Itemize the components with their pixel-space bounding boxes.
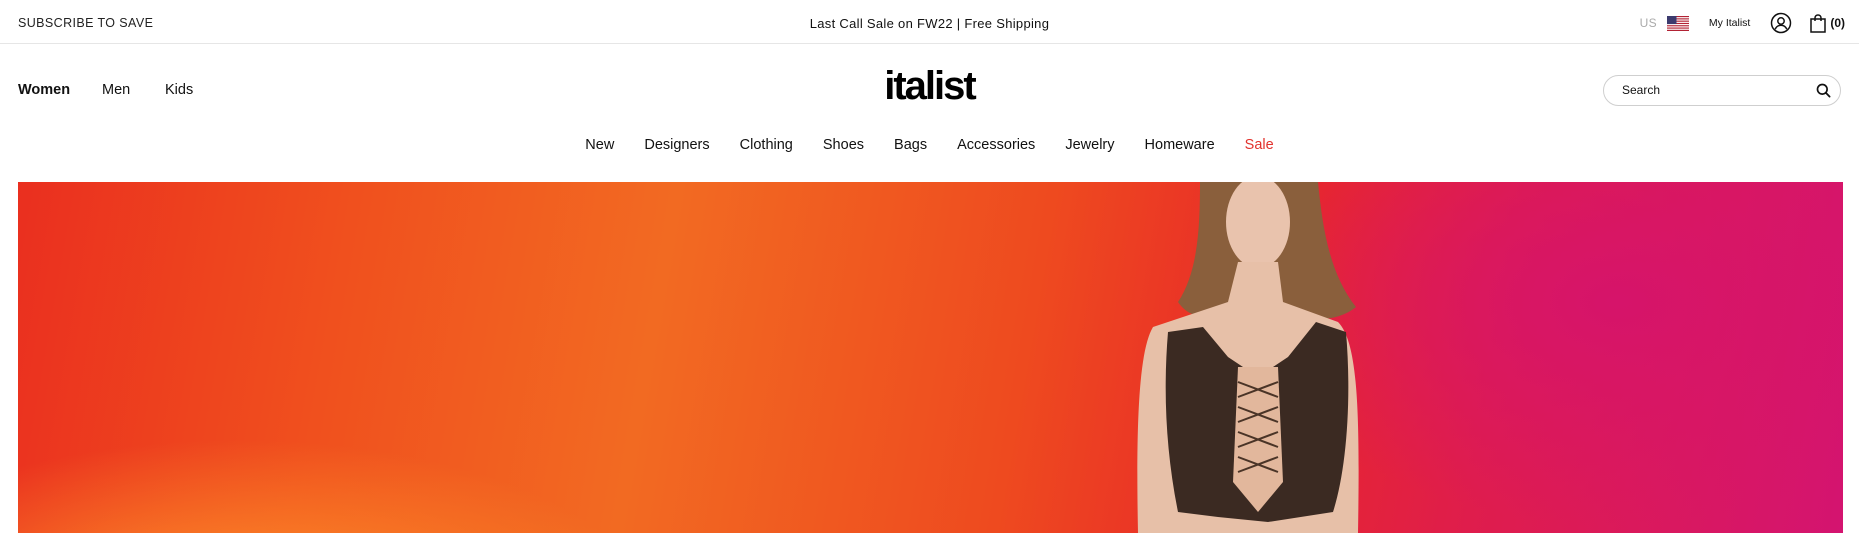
search-box[interactable] xyxy=(1603,75,1841,106)
search-icon[interactable] xyxy=(1816,83,1831,98)
model-image xyxy=(1137,182,1359,533)
utility-links: US My Italist (0) xyxy=(1640,10,1845,36)
top-utility-bar: SUBSCRIBE TO SAVE Last Call Sale on FW22… xyxy=(0,0,1859,44)
shopping-bag-icon xyxy=(1810,13,1827,33)
user-icon[interactable] xyxy=(1770,12,1792,34)
category-new[interactable]: New xyxy=(585,137,614,153)
category-designers[interactable]: Designers xyxy=(644,137,709,153)
country-selector[interactable]: US xyxy=(1640,16,1657,30)
category-homeware[interactable]: Homeware xyxy=(1145,137,1215,153)
italist-logo[interactable]: italist xyxy=(0,66,1859,106)
category-clothing[interactable]: Clothing xyxy=(740,137,793,153)
hero-banner[interactable] xyxy=(18,182,1843,533)
category-jewelry[interactable]: Jewelry xyxy=(1065,137,1114,153)
category-sale[interactable]: Sale xyxy=(1245,137,1274,153)
my-italist-link[interactable]: My Italist xyxy=(1709,17,1750,29)
category-accessories[interactable]: Accessories xyxy=(957,137,1035,153)
cart-button[interactable]: (0) xyxy=(1810,13,1845,33)
cart-count: (0) xyxy=(1830,16,1845,30)
us-flag-icon[interactable] xyxy=(1666,15,1689,31)
promo-banner-text[interactable]: Last Call Sale on FW22 | Free Shipping xyxy=(0,16,1859,31)
category-nav: New Designers Clothing Shoes Bags Access… xyxy=(0,137,1859,153)
search-input[interactable] xyxy=(1622,83,1802,97)
category-bags[interactable]: Bags xyxy=(894,137,927,153)
category-shoes[interactable]: Shoes xyxy=(823,137,864,153)
